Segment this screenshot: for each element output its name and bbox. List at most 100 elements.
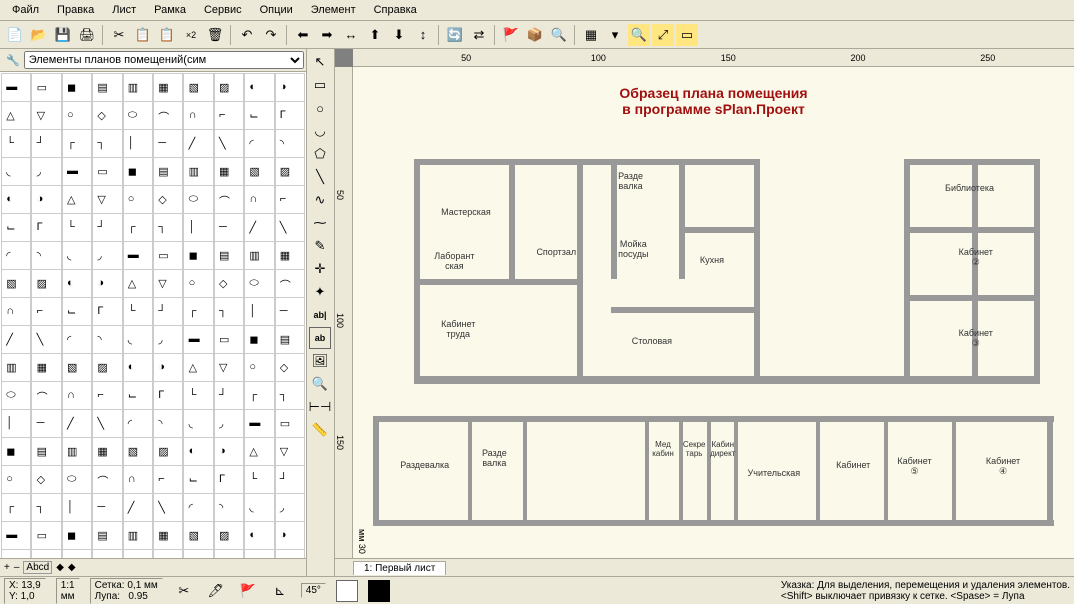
symbol-item[interactable]: △: [123, 269, 153, 299]
align-center-button[interactable]: ↔: [340, 24, 362, 46]
symbol-item[interactable]: ╱: [123, 493, 153, 523]
circle-tool[interactable]: ○: [309, 97, 331, 119]
symbol-item[interactable]: ▭: [214, 325, 244, 355]
symbol-item[interactable]: ▬: [1, 73, 31, 103]
flag-button[interactable]: 🚩: [500, 24, 522, 46]
symbol-item[interactable]: ◼: [62, 73, 92, 103]
symbol-item[interactable]: ◟: [1, 157, 31, 187]
status-tool1[interactable]: ✂: [173, 580, 195, 602]
symbol-item[interactable]: ◞: [214, 409, 244, 439]
symbol-item[interactable]: ⌐: [275, 185, 305, 215]
symbol-item[interactable]: ◝: [92, 325, 122, 355]
rotate-button[interactable]: 🔄: [444, 24, 466, 46]
symbol-item[interactable]: │: [244, 297, 274, 327]
line-tool[interactable]: ╲: [309, 166, 331, 188]
symbol-item[interactable]: Γ: [275, 549, 305, 558]
symbol-item[interactable]: ▧: [123, 437, 153, 467]
symbol-item[interactable]: ┌: [1, 493, 31, 523]
symbol-item[interactable]: ◜: [244, 129, 274, 159]
symbol-item[interactable]: ▥: [123, 73, 153, 103]
symbol-item[interactable]: ◇: [275, 353, 305, 383]
symbol-item[interactable]: △: [62, 185, 92, 215]
symbol-item[interactable]: ╱: [1, 325, 31, 355]
dropdown-icon[interactable]: ▾: [604, 24, 626, 46]
fullscreen-button[interactable]: ▭: [676, 24, 698, 46]
symbol-item[interactable]: △: [183, 353, 213, 383]
paste-button[interactable]: 📋: [156, 24, 178, 46]
component-button[interactable]: 📦: [524, 24, 546, 46]
symbol-item[interactable]: ▬: [1, 521, 31, 551]
symbol-item[interactable]: ⌐: [214, 101, 244, 131]
status-tool3[interactable]: 🚩: [237, 580, 259, 602]
symbol-item[interactable]: Γ: [214, 465, 244, 495]
symbol-item[interactable]: ▦: [153, 73, 183, 103]
symbol-item[interactable]: ◐: [62, 269, 92, 299]
symbol-item[interactable]: ⌒: [275, 269, 305, 299]
symbol-item[interactable]: ⬭: [62, 465, 92, 495]
symbol-item[interactable]: △: [1, 549, 31, 558]
symbol-item[interactable]: ▽: [275, 437, 305, 467]
lib-add-button[interactable]: +: [4, 562, 10, 573]
symbol-item[interactable]: ◇: [153, 185, 183, 215]
symbol-item[interactable]: ◝: [275, 129, 305, 159]
symbol-item[interactable]: ◐: [1, 185, 31, 215]
lib-diamond2-button[interactable]: ◆: [68, 562, 76, 573]
symbol-item[interactable]: ⌙: [123, 381, 153, 411]
open-button[interactable]: 📂: [28, 24, 50, 46]
paste-x2-button[interactable]: ×2: [180, 24, 202, 46]
symbol-item[interactable]: ▧: [183, 73, 213, 103]
symbol-item[interactable]: ∩: [62, 381, 92, 411]
node-tool[interactable]: ✦: [309, 281, 331, 303]
symbol-item[interactable]: ▥: [244, 241, 274, 271]
symbol-item[interactable]: ∩: [183, 101, 213, 131]
symbol-item[interactable]: ┘: [92, 213, 122, 243]
symbol-item[interactable]: ◇: [214, 269, 244, 299]
symbol-item[interactable]: △: [1, 101, 31, 131]
symbol-item[interactable]: ⌙: [244, 549, 274, 558]
symbol-item[interactable]: ▦: [275, 241, 305, 271]
align-middle-button[interactable]: ↕: [412, 24, 434, 46]
symbol-item[interactable]: ┐: [92, 129, 122, 159]
symbol-item[interactable]: ○: [1, 465, 31, 495]
copy-button[interactable]: 📋: [132, 24, 154, 46]
symbol-item[interactable]: ⌒: [153, 549, 183, 558]
symbol-item[interactable]: ▭: [31, 521, 61, 551]
symbol-item[interactable]: ▤: [92, 521, 122, 551]
menu-service[interactable]: Сервис: [196, 2, 250, 18]
symbol-item[interactable]: ⬭: [123, 101, 153, 131]
symbol-item[interactable]: ◼: [62, 521, 92, 551]
symbol-item[interactable]: ▦: [214, 157, 244, 187]
symbol-item[interactable]: └: [244, 465, 274, 495]
symbol-item[interactable]: ⌐: [153, 465, 183, 495]
symbol-item[interactable]: ⌙: [62, 297, 92, 327]
symbol-item[interactable]: ▧: [244, 157, 274, 187]
symbol-item[interactable]: △: [244, 437, 274, 467]
symbol-item[interactable]: ◟: [62, 241, 92, 271]
symbol-item[interactable]: ▽: [31, 549, 61, 558]
symbol-item[interactable]: ▬: [62, 157, 92, 187]
save-button[interactable]: 💾: [52, 24, 74, 46]
symbol-item[interactable]: ▤: [214, 241, 244, 271]
symbol-item[interactable]: ○: [183, 269, 213, 299]
dimension-tool[interactable]: ⊢⊣: [309, 396, 331, 418]
symbol-item[interactable]: Γ: [31, 213, 61, 243]
symbol-item[interactable]: ▭: [31, 73, 61, 103]
symbol-item[interactable]: ◑: [92, 269, 122, 299]
symbol-item[interactable]: ◼: [183, 241, 213, 271]
image-tool[interactable]: 🖼: [309, 350, 331, 372]
library-dropdown[interactable]: Элементы планов помещений(сим: [24, 51, 304, 69]
symbol-item[interactable]: ∩: [123, 465, 153, 495]
text-tool[interactable]: ab|: [309, 304, 331, 326]
symbol-item[interactable]: ─: [92, 493, 122, 523]
align-bottom-button[interactable]: ⬇: [388, 24, 410, 46]
symbol-item[interactable]: ▬: [123, 241, 153, 271]
print-button[interactable]: 🖨: [76, 24, 98, 46]
polyline-tool[interactable]: ∿: [309, 189, 331, 211]
symbol-item[interactable]: ▭: [275, 409, 305, 439]
menu-help[interactable]: Справка: [366, 2, 425, 18]
symbol-item[interactable]: ▨: [92, 353, 122, 383]
status-color[interactable]: [336, 580, 358, 602]
symbol-item[interactable]: ╲: [275, 213, 305, 243]
symbol-item[interactable]: ⌙: [1, 213, 31, 243]
canvas-content[interactable]: Образец плана помещения в программе sPla…: [353, 67, 1074, 558]
